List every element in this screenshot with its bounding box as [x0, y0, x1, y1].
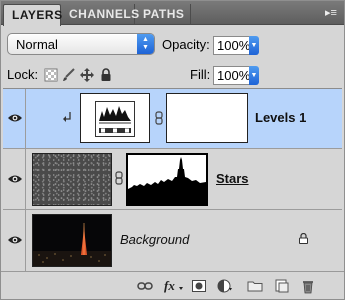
background-thumbnail: [32, 214, 112, 267]
eye-icon: [8, 114, 22, 122]
new-layer-icon[interactable]: [274, 278, 290, 294]
tab-channels[interactable]: CHANNELS: [61, 4, 139, 25]
svg-text:fx: fx: [164, 278, 175, 293]
trash-icon[interactable]: [300, 278, 316, 294]
fill-field[interactable]: 100%: [213, 66, 251, 85]
panel-menu-icon[interactable]: ▸≡: [324, 7, 338, 19]
lock-label: Lock:: [7, 67, 39, 82]
adjustment-thumbnail: [80, 93, 150, 143]
layer-row-stars[interactable]: Stars: [3, 149, 342, 210]
fill-label: Fill:: [190, 67, 211, 82]
visibility-toggle[interactable]: [3, 89, 26, 148]
clipping-arrow-icon: [63, 112, 71, 122]
layer-row-levels[interactable]: Levels 1: [3, 89, 342, 149]
levels-icon: [95, 101, 135, 137]
layer-name-stars[interactable]: Stars: [216, 171, 249, 187]
chain-link-icon[interactable]: [115, 171, 123, 185]
add-mask-icon[interactable]: [191, 278, 207, 294]
fx-icon[interactable]: fx: [164, 278, 184, 294]
layers-panel: LAYERS CHANNELS PATHS ▸≡ Normal ▲ ▼ Opaci…: [0, 0, 345, 300]
eye-icon: [8, 236, 22, 244]
tab-paths[interactable]: PATHS: [135, 4, 191, 25]
layer-name-levels[interactable]: Levels 1: [255, 110, 306, 126]
fill-dropdown-icon[interactable]: ▼: [249, 66, 259, 85]
footer-toolbar: fx: [1, 271, 344, 299]
opacity-dropdown-icon[interactable]: ▼: [249, 36, 259, 55]
stars-thumbnail: [32, 153, 112, 206]
chain-link-icon[interactable]: [155, 111, 163, 125]
visibility-toggle[interactable]: [3, 210, 26, 271]
adjustment-layer-icon[interactable]: [217, 278, 233, 294]
opacity-label: Opacity:: [162, 37, 210, 52]
layers-list: Levels 1 Stars Background: [3, 88, 342, 271]
eye-icon: [8, 175, 22, 183]
lock-move-icon[interactable]: [80, 68, 94, 82]
blend-mode-value: Normal: [16, 37, 58, 52]
visibility-toggle[interactable]: [3, 149, 26, 209]
tab-layers[interactable]: LAYERS: [3, 4, 62, 26]
lock-icon: [299, 233, 308, 244]
lock-all-icon[interactable]: [99, 68, 113, 82]
chevron-updown-icon: ▲ ▼: [137, 34, 154, 54]
lock-transparent-icon[interactable]: [44, 68, 58, 82]
new-group-icon[interactable]: [247, 278, 263, 294]
tab-bar: LAYERS CHANNELS PATHS ▸≡: [1, 1, 344, 26]
lock-paint-icon[interactable]: [62, 68, 76, 82]
layer-name-background[interactable]: Background: [120, 232, 189, 248]
link-layers-icon[interactable]: [137, 278, 153, 294]
mask-thumbnail[interactable]: [126, 153, 208, 206]
blend-mode-select[interactable]: Normal ▲ ▼: [7, 33, 155, 55]
opacity-field[interactable]: 100%: [213, 36, 251, 55]
layer-row-background[interactable]: Background: [3, 210, 342, 271]
mask-thumbnail[interactable]: [166, 93, 248, 143]
